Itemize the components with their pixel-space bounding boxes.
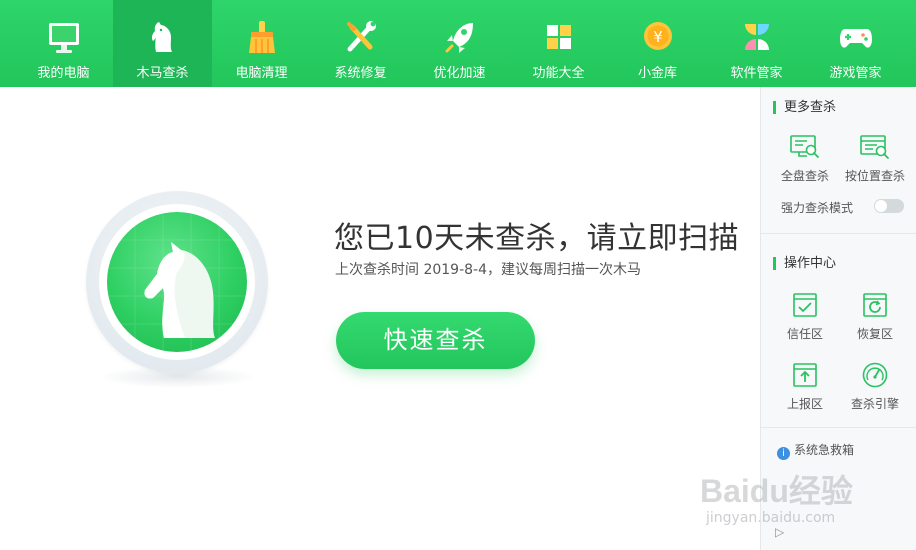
nav-label: 功能大全 [532, 66, 585, 81]
nav-item-system-repair[interactable]: 系统修复 [311, 0, 410, 87]
nav-item-optimize[interactable]: 优化加速 [410, 0, 509, 87]
upload-zone-button[interactable]: 上报区 [772, 361, 838, 417]
toggle-knob [875, 200, 887, 212]
nav-item-software-manager[interactable]: 软件管家 [707, 0, 806, 87]
full-disk-scan-label: 全盘查杀 [780, 169, 829, 183]
grid-icon [546, 25, 571, 49]
software-petals-icon [744, 24, 769, 50]
broom-icon [248, 21, 275, 53]
last-scan-info: 上次查杀时间 2019-8-4，建议每周扫描一次木马 [335, 262, 641, 278]
upload-zone-label: 上报区 [786, 397, 823, 411]
nav-label: 木马查杀 [136, 66, 189, 81]
trust-zone-button[interactable]: 信任区 [772, 291, 838, 347]
nav-item-trojan-scan[interactable]: 木马查杀 [113, 0, 212, 87]
nav-label: 优化加速 [433, 66, 486, 81]
nav-item-vault[interactable]: ¥ 小金库 [608, 0, 707, 87]
nav-label: 软件管家 [730, 66, 783, 81]
baidu-watermark: Baidu经验 [700, 473, 853, 509]
svg-text:¥: ¥ [653, 28, 663, 46]
watermark-url: jingyan.baidu.com [706, 510, 836, 526]
nav-label: 游戏管家 [829, 66, 882, 81]
nav-label: 小金库 [637, 66, 677, 81]
wrench-screwdriver-icon [346, 21, 376, 52]
restore-zone-icon [863, 293, 887, 317]
monitor-icon [48, 23, 79, 53]
system-rescue-label: 系统急救箱 [794, 443, 855, 457]
system-rescue-link[interactable]: i 系统急救箱 [777, 441, 854, 460]
quick-scan-button[interactable]: 快速查杀 [336, 312, 535, 369]
section-divider [761, 233, 916, 234]
top-nav-bar: 我的电脑 木马查杀 电脑清理 系统修复 优化加速 功能大全 ¥ 小金库 软件管家… [0, 0, 916, 87]
nav-item-my-computer[interactable]: 我的电脑 [14, 0, 113, 87]
gamepad-icon [839, 29, 872, 48]
scan-engine-button[interactable]: 查杀引擎 [842, 361, 908, 417]
power-scan-mode-label: 强力查杀模式 [781, 201, 854, 215]
nav-item-game-manager[interactable]: 游戏管家 [806, 0, 905, 87]
location-scan-button[interactable]: 按位置查杀 [842, 133, 908, 189]
horse-emblem [107, 212, 247, 352]
nav-label: 系统修复 [334, 66, 387, 81]
power-scan-mode-toggle[interactable] [874, 199, 904, 213]
full-disk-scan-button[interactable]: 全盘查杀 [772, 133, 838, 189]
scan-engine-label: 查杀引擎 [850, 397, 899, 411]
section-title-more-scan: 更多查杀 [773, 101, 836, 114]
upload-zone-icon [793, 363, 817, 387]
section-divider [761, 427, 916, 428]
restore-zone-label: 恢复区 [856, 327, 893, 341]
trojan-shield-badge [86, 191, 268, 373]
scan-reminder-headline: 您已10天未查杀，请立即扫描 [334, 221, 740, 256]
nav-label: 电脑清理 [235, 66, 288, 81]
expand-arrow-icon[interactable]: ▷ [775, 525, 784, 539]
nav-item-pc-cleanup[interactable]: 电脑清理 [212, 0, 311, 87]
restore-zone-button[interactable]: 恢复区 [842, 291, 908, 347]
full-disk-scan-icon [790, 135, 819, 158]
horse-icon [107, 212, 247, 352]
trust-zone-icon [793, 293, 817, 317]
info-icon: i [777, 447, 790, 460]
location-scan-label: 按位置查杀 [844, 169, 905, 183]
location-scan-icon [860, 135, 889, 159]
yen-coin-icon: ¥ [643, 22, 672, 50]
nav-item-all-features[interactable]: 功能大全 [509, 0, 608, 87]
nav-label: 我的电脑 [37, 66, 90, 81]
rocket-icon [445, 23, 473, 53]
section-title-operations: 操作中心 [773, 257, 836, 270]
horse-icon [151, 22, 172, 52]
trust-zone-label: 信任区 [786, 327, 823, 341]
engine-gauge-icon [862, 362, 888, 388]
